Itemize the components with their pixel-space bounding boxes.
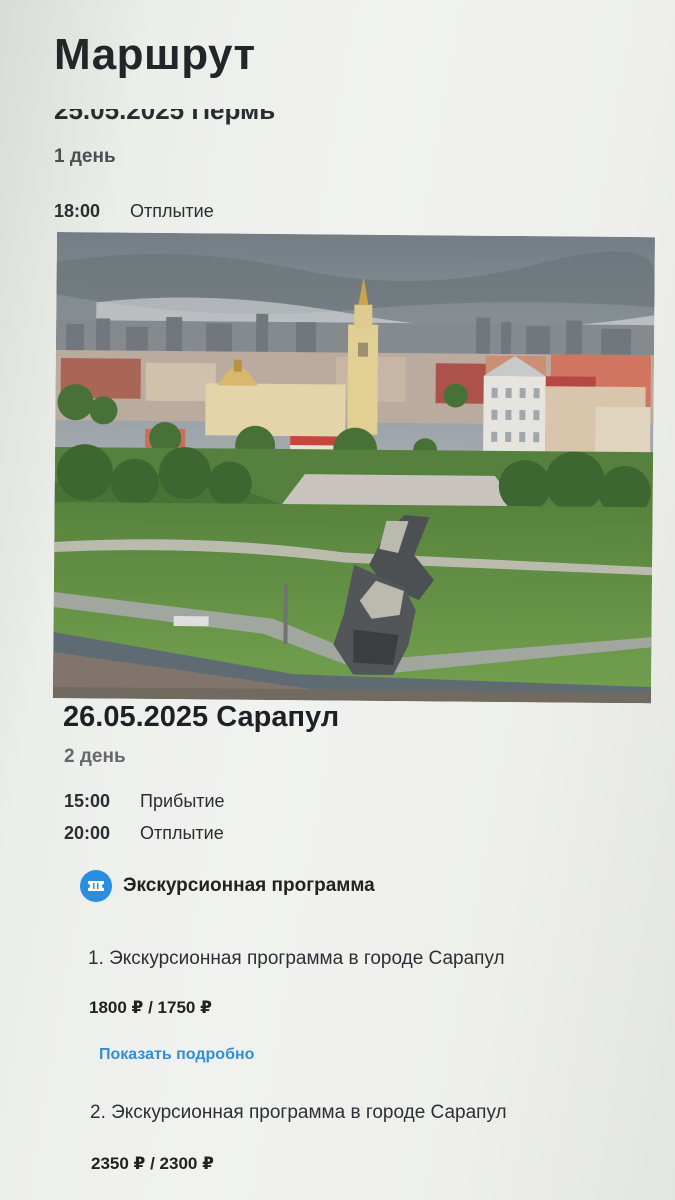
day-2-city-title: 26.05.2025 Сарапул: [63, 701, 340, 733]
ticket-icon-glyph: [88, 881, 104, 891]
event-time: 18:00: [54, 201, 101, 221]
day-1-label: 1 день: [54, 146, 116, 167]
excursion-item-2-title: 2. Экскурсионная программа в городе Сара…: [90, 1102, 507, 1123]
excursion-item-2-price: 2350 ₽ / 2300 ₽: [91, 1154, 214, 1173]
day-1-event-departure: 18:00 Отплытие: [54, 201, 214, 222]
city-photo[interactable]: [52, 232, 655, 704]
day-2-label: 2 день: [64, 746, 126, 767]
excursion-section-header: Экскурсионная программа: [80, 870, 375, 902]
event-time: 20:00: [64, 823, 111, 843]
excursion-item-1-price: 1800 ₽ / 1750 ₽: [89, 998, 212, 1017]
route-screen: Маршрут 25.05.2025 Пермь 1 день 18:00 От…: [0, 0, 675, 1200]
previous-day-date-title: 25.05.2025 Пермь: [54, 109, 275, 129]
day-2-event-departure: 20:00 Отплытие: [64, 823, 224, 844]
city-photo-image: [52, 232, 655, 704]
event-label: Прибытие: [140, 791, 225, 811]
show-details-link[interactable]: Показать подробно: [99, 1046, 254, 1064]
previous-day-date-text: 25.05.2025 Пермь: [54, 109, 276, 125]
excursion-section-title: Экскурсионная программа: [123, 875, 375, 896]
day-2-event-arrival: 15:00 Прибытие: [64, 791, 225, 812]
page-title: Маршрут: [54, 30, 256, 79]
event-label: Отплытие: [140, 823, 224, 843]
event-time: 15:00: [64, 791, 111, 811]
event-label: Отплытие: [130, 201, 214, 221]
ticket-icon: [80, 870, 112, 902]
excursion-item-1-title: 1. Экскурсионная программа в городе Сара…: [88, 948, 505, 969]
